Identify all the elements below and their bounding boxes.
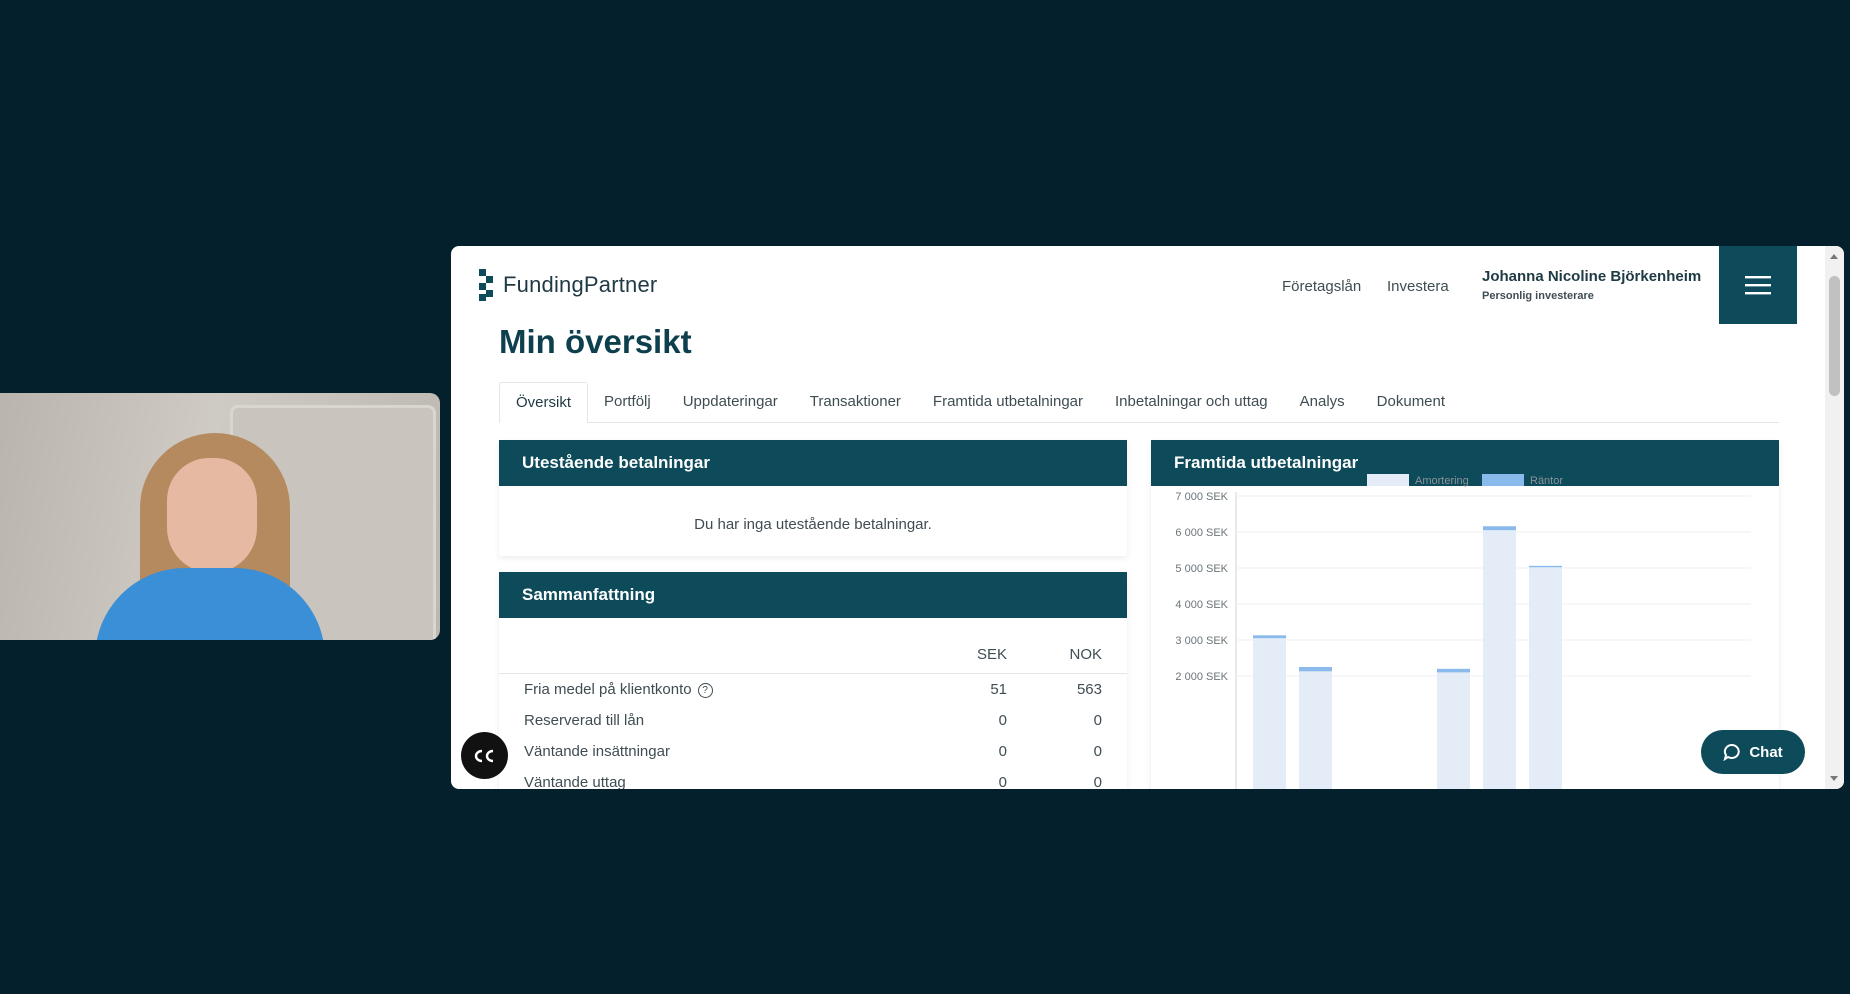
closed-captions-icon [474,749,493,762]
brand-logo[interactable]: FundingPartner [479,268,657,302]
bar-amortering[interactable] [1253,638,1286,789]
tab-framtida-utbetalningar[interactable]: Framtida utbetalningar [917,382,1099,422]
tab-analys[interactable]: Analys [1284,382,1361,422]
user-role: Personlig investerare [1482,290,1594,302]
tab-inbetalningar-och-uttag[interactable]: Inbetalningar och uttag [1099,382,1284,422]
summary-header: Sammanfattning [499,572,1127,618]
bar-amortering[interactable] [1437,672,1470,789]
page-title: Min översikt [499,323,692,360]
question-circle-icon[interactable]: ? [697,683,713,698]
tab-dokument[interactable]: Dokument [1361,382,1461,422]
row-value-nok: 0 [1093,743,1102,760]
row-value-nok: 0 [1093,774,1102,789]
bar-räntor[interactable] [1253,635,1286,639]
row-label: Fria medel på klientkonto? [524,681,713,698]
webcam-video [0,393,440,640]
chart-svg: Amortering Räntor 7 000 SEK 6 000 SEK 5 000… [1175,474,1751,789]
row-value-sek: 0 [998,743,1007,760]
row-label: Väntande insättningar [524,743,670,760]
presenter-face [167,458,257,573]
outstanding-header: Utestående betalningar [499,440,1127,486]
tab-oversikt[interactable]: Översikt [499,382,589,423]
scroll-up-icon[interactable] [1830,254,1838,259]
brand-name: FundingPartner [503,272,658,297]
table-row: Väntande uttag 0 0 [499,774,1127,789]
row-value-sek: 51 [990,681,1007,698]
scroll-thumb[interactable] [1829,276,1840,396]
table-row: Fria medel på klientkonto? 51 563 [499,681,1127,711]
summary-header-row: SEK NOK [499,646,1127,674]
user-account[interactable]: Johanna Nicoline Björkenheim Personlig i… [1482,268,1701,302]
legend-label[interactable]: Amortering [1415,475,1469,487]
bar-räntor[interactable] [1483,526,1516,531]
bar-räntor[interactable] [1437,668,1470,673]
user-name: Johanna Nicoline Björkenheim [1482,268,1702,285]
row-label: Reserverad till lån [524,712,645,729]
row-value-nok: 0 [1093,712,1102,729]
y-tick-label: 5 000 SEK [1175,563,1228,575]
tab-bar: Översikt Portfölj Uppdateringar Transakt… [499,382,1779,423]
table-row: Reserverad till lån 0 0 [499,712,1127,742]
row-label: Väntande uttag [524,774,626,789]
nav-link-investera[interactable]: Investera [1387,278,1449,295]
row-value-sek: 0 [998,712,1007,729]
column-header-nok: NOK [1069,646,1102,663]
bar-räntor[interactable] [1529,565,1562,568]
bar-amortering[interactable] [1529,567,1562,789]
row-value-sek: 0 [998,774,1007,789]
nav-link-foretagslan[interactable]: Företagslån [1282,278,1361,295]
y-tick-label: 6 000 SEK [1175,527,1228,539]
row-value-nok: 563 [1076,681,1102,698]
column-header-sek: SEK [976,646,1007,663]
chat-label: Chat [1749,743,1783,761]
legend-swatch [1367,474,1409,486]
chat-bubble-icon [1723,743,1741,761]
scroll-down-icon[interactable] [1830,776,1838,781]
page-scrollbar[interactable] [1825,246,1844,789]
hamburger-icon [1745,276,1771,295]
closed-captions-button[interactable] [461,732,508,779]
chat-button[interactable]: Chat [1701,730,1805,774]
future-payouts-chart: Amortering Räntor 7 000 SEK 6 000 SEK 5 000… [1151,454,1779,789]
tab-uppdateringar[interactable]: Uppdateringar [667,382,794,422]
y-tick-label: 3 000 SEK [1175,635,1228,647]
table-row: Väntande insättningar 0 0 [499,743,1127,773]
tab-portfolj[interactable]: Portfölj [588,382,667,422]
bar-amortering[interactable] [1299,671,1332,789]
outstanding-empty-message: Du har inga utestående betalningar. [694,516,932,533]
legend-label[interactable]: Räntor [1530,475,1563,487]
shared-screen-window: FundingPartner Företagslån Investera Joh… [451,246,1844,789]
logo-mark-icon [479,269,495,301]
bar-räntor[interactable] [1299,667,1332,672]
legend-swatch [1482,474,1524,486]
y-tick-label: 4 000 SEK [1175,599,1228,611]
bar-amortering[interactable] [1483,530,1516,789]
y-tick-label: 2 000 SEK [1175,671,1228,683]
y-tick-label: 7 000 SEK [1175,491,1228,503]
tab-transaktioner[interactable]: Transaktioner [794,382,917,422]
menu-button[interactable] [1719,246,1797,324]
